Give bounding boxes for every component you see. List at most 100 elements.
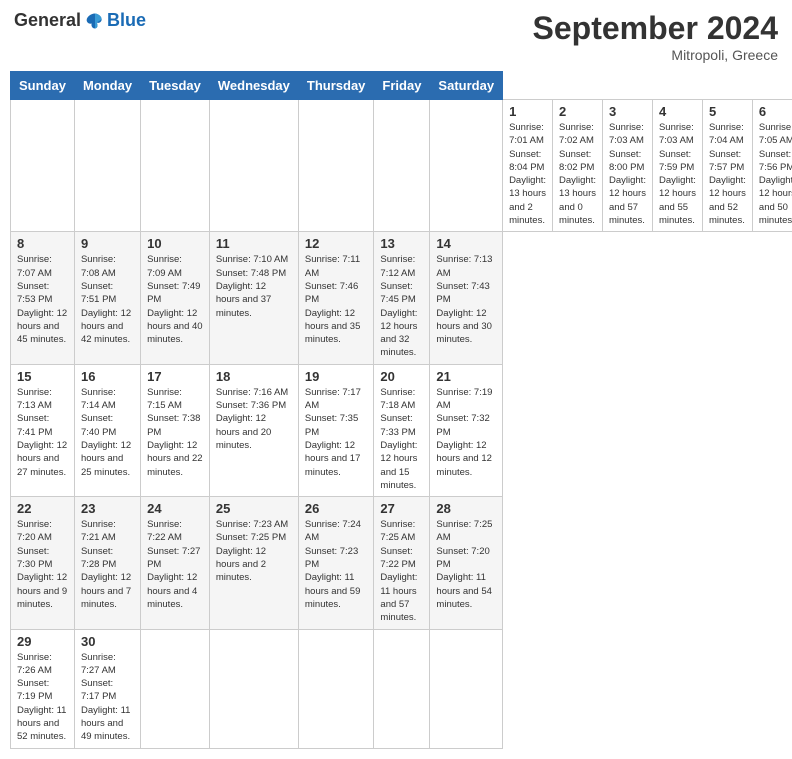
day-number: 23 [81,501,134,516]
day-number: 24 [147,501,203,516]
day-info: Sunrise: 7:04 AMSunset: 7:57 PMDaylight:… [709,121,746,227]
day-number: 5 [709,104,746,119]
day-number: 30 [81,634,134,649]
calendar-header-friday: Friday [374,72,430,100]
calendar-cell [209,629,298,748]
calendar-cell: 5 Sunrise: 7:04 AMSunset: 7:57 PMDaylight… [702,100,752,232]
calendar-cell: 19 Sunrise: 7:17 AMSunset: 7:35 PMDayligh… [298,364,374,496]
calendar-week-3: 15Sunrise: 7:13 AMSunset: 7:41 PMDayligh… [11,364,792,496]
calendar-cell: 28 Sunrise: 7:25 AMSunset: 7:20 PMDayligh… [430,497,503,629]
day-number: 22 [17,501,68,516]
day-info: Sunrise: 7:03 AMSunset: 7:59 PMDaylight:… [659,121,696,227]
calendar-header-tuesday: Tuesday [141,72,210,100]
day-info: Sunrise: 7:27 AMSunset: 7:17 PMDaylight:… [81,651,134,744]
day-number: 15 [17,369,68,384]
day-number: 1 [509,104,546,119]
day-number: 27 [380,501,423,516]
calendar-cell: 12 Sunrise: 7:11 AMSunset: 7:46 PMDayligh… [298,232,374,364]
calendar-cell [141,100,210,232]
day-number: 6 [759,104,792,119]
calendar-cell [74,100,140,232]
day-number: 10 [147,236,203,251]
calendar-cell [374,629,430,748]
day-info: Sunrise: 7:01 AMSunset: 8:04 PMDaylight:… [509,121,546,227]
calendar-cell [141,629,210,748]
day-info: Sunrise: 7:20 AMSunset: 7:30 PMDaylight:… [17,518,68,611]
day-info: Sunrise: 7:17 AMSunset: 7:35 PMDaylight:… [305,386,368,479]
day-number: 26 [305,501,368,516]
day-info: Sunrise: 7:19 AMSunset: 7:32 PMDaylight:… [436,386,496,479]
calendar-cell: 16 Sunrise: 7:14 AMSunset: 7:40 PMDayligh… [74,364,140,496]
calendar-cell: 4 Sunrise: 7:03 AMSunset: 7:59 PMDaylight… [652,100,702,232]
day-number: 8 [17,236,68,251]
day-info: Sunrise: 7:13 AMSunset: 7:43 PMDaylight:… [436,253,496,346]
day-number: 4 [659,104,696,119]
day-info: Sunrise: 7:11 AMSunset: 7:46 PMDaylight:… [305,253,368,346]
day-info: Sunrise: 7:09 AMSunset: 7:49 PMDaylight:… [147,253,203,346]
calendar-cell [11,100,75,232]
day-info: Sunrise: 7:24 AMSunset: 7:23 PMDaylight:… [305,518,368,611]
calendar-week-1: 1 Sunrise: 7:01 AMSunset: 8:04 PMDaylight… [11,100,792,232]
calendar-header-thursday: Thursday [298,72,374,100]
day-info: Sunrise: 7:10 AMSunset: 7:48 PMDaylight:… [216,253,292,319]
calendar-cell: 21 Sunrise: 7:19 AMSunset: 7:32 PMDayligh… [430,364,503,496]
calendar-cell: 18Sunrise: 7:16 AMSunset: 7:36 PMDayligh… [209,364,298,496]
logo-blue-text: Blue [107,10,146,31]
calendar-week-2: 8 Sunrise: 7:07 AMSunset: 7:53 PMDaylight… [11,232,792,364]
calendar-header-monday: Monday [74,72,140,100]
day-info: Sunrise: 7:03 AMSunset: 8:00 PMDaylight:… [609,121,646,227]
calendar-cell [298,100,374,232]
calendar-cell: 22 Sunrise: 7:20 AMSunset: 7:30 PMDayligh… [11,497,75,629]
calendar-cell: 6 Sunrise: 7:05 AMSunset: 7:56 PMDaylight… [752,100,792,232]
day-info: Sunrise: 7:12 AMSunset: 7:45 PMDaylight:… [380,253,423,359]
calendar-cell [430,100,503,232]
day-number: 16 [81,369,134,384]
calendar-cell: 26 Sunrise: 7:24 AMSunset: 7:23 PMDayligh… [298,497,374,629]
page-header: General Blue September 2024 Mitropoli, G… [10,10,782,63]
title-section: September 2024 Mitropoli, Greece [533,10,778,63]
calendar-cell: 20Sunrise: 7:18 AMSunset: 7:33 PMDayligh… [374,364,430,496]
day-number: 3 [609,104,646,119]
calendar-cell: 30 Sunrise: 7:27 AMSunset: 7:17 PMDayligh… [74,629,140,748]
day-number: 25 [216,501,292,516]
calendar-cell: 14 Sunrise: 7:13 AMSunset: 7:43 PMDayligh… [430,232,503,364]
calendar-cell: 11 Sunrise: 7:10 AMSunset: 7:48 PMDayligh… [209,232,298,364]
day-info: Sunrise: 7:25 AMSunset: 7:22 PMDaylight:… [380,518,423,624]
day-number: 2 [559,104,596,119]
day-number: 21 [436,369,496,384]
day-number: 17 [147,369,203,384]
day-number: 14 [436,236,496,251]
day-info: Sunrise: 7:21 AMSunset: 7:28 PMDaylight:… [81,518,134,611]
day-info: Sunrise: 7:25 AMSunset: 7:20 PMDaylight:… [436,518,496,611]
day-info: Sunrise: 7:26 AMSunset: 7:19 PMDaylight:… [17,651,68,744]
calendar-week-4: 22 Sunrise: 7:20 AMSunset: 7:30 PMDayligh… [11,497,792,629]
day-number: 19 [305,369,368,384]
day-info: Sunrise: 7:07 AMSunset: 7:53 PMDaylight:… [17,253,68,346]
calendar-week-5: 29 Sunrise: 7:26 AMSunset: 7:19 PMDayligh… [11,629,792,748]
calendar-cell: 1 Sunrise: 7:01 AMSunset: 8:04 PMDaylight… [503,100,553,232]
day-number: 9 [81,236,134,251]
calendar-body: 1 Sunrise: 7:01 AMSunset: 8:04 PMDaylight… [11,100,792,749]
calendar-cell: 17Sunrise: 7:15 AMSunset: 7:38 PMDayligh… [141,364,210,496]
day-number: 28 [436,501,496,516]
logo-general-text: General [14,10,81,31]
day-info: Sunrise: 7:08 AMSunset: 7:51 PMDaylight:… [81,253,134,346]
calendar-cell: 8 Sunrise: 7:07 AMSunset: 7:53 PMDaylight… [11,232,75,364]
day-info: Sunrise: 7:05 AMSunset: 7:56 PMDaylight:… [759,121,792,227]
day-number: 11 [216,236,292,251]
calendar-cell [298,629,374,748]
day-info: Sunrise: 7:16 AMSunset: 7:36 PMDaylight:… [216,386,292,452]
calendar-cell: 29 Sunrise: 7:26 AMSunset: 7:19 PMDayligh… [11,629,75,748]
logo-bird-icon [85,11,105,31]
day-info: Sunrise: 7:18 AMSunset: 7:33 PMDaylight:… [380,386,423,492]
calendar-cell: 2Sunrise: 7:02 AMSunset: 8:02 PMDaylight… [553,100,603,232]
calendar-cell: 15Sunrise: 7:13 AMSunset: 7:41 PMDayligh… [11,364,75,496]
calendar-cell [374,100,430,232]
calendar-cell [209,100,298,232]
day-info: Sunrise: 7:14 AMSunset: 7:40 PMDaylight:… [81,386,134,479]
calendar-header-saturday: Saturday [430,72,503,100]
day-number: 29 [17,634,68,649]
calendar-cell: 25Sunrise: 7:23 AMSunset: 7:25 PMDayligh… [209,497,298,629]
calendar-cell: 9 Sunrise: 7:08 AMSunset: 7:51 PMDaylight… [74,232,140,364]
day-number: 12 [305,236,368,251]
